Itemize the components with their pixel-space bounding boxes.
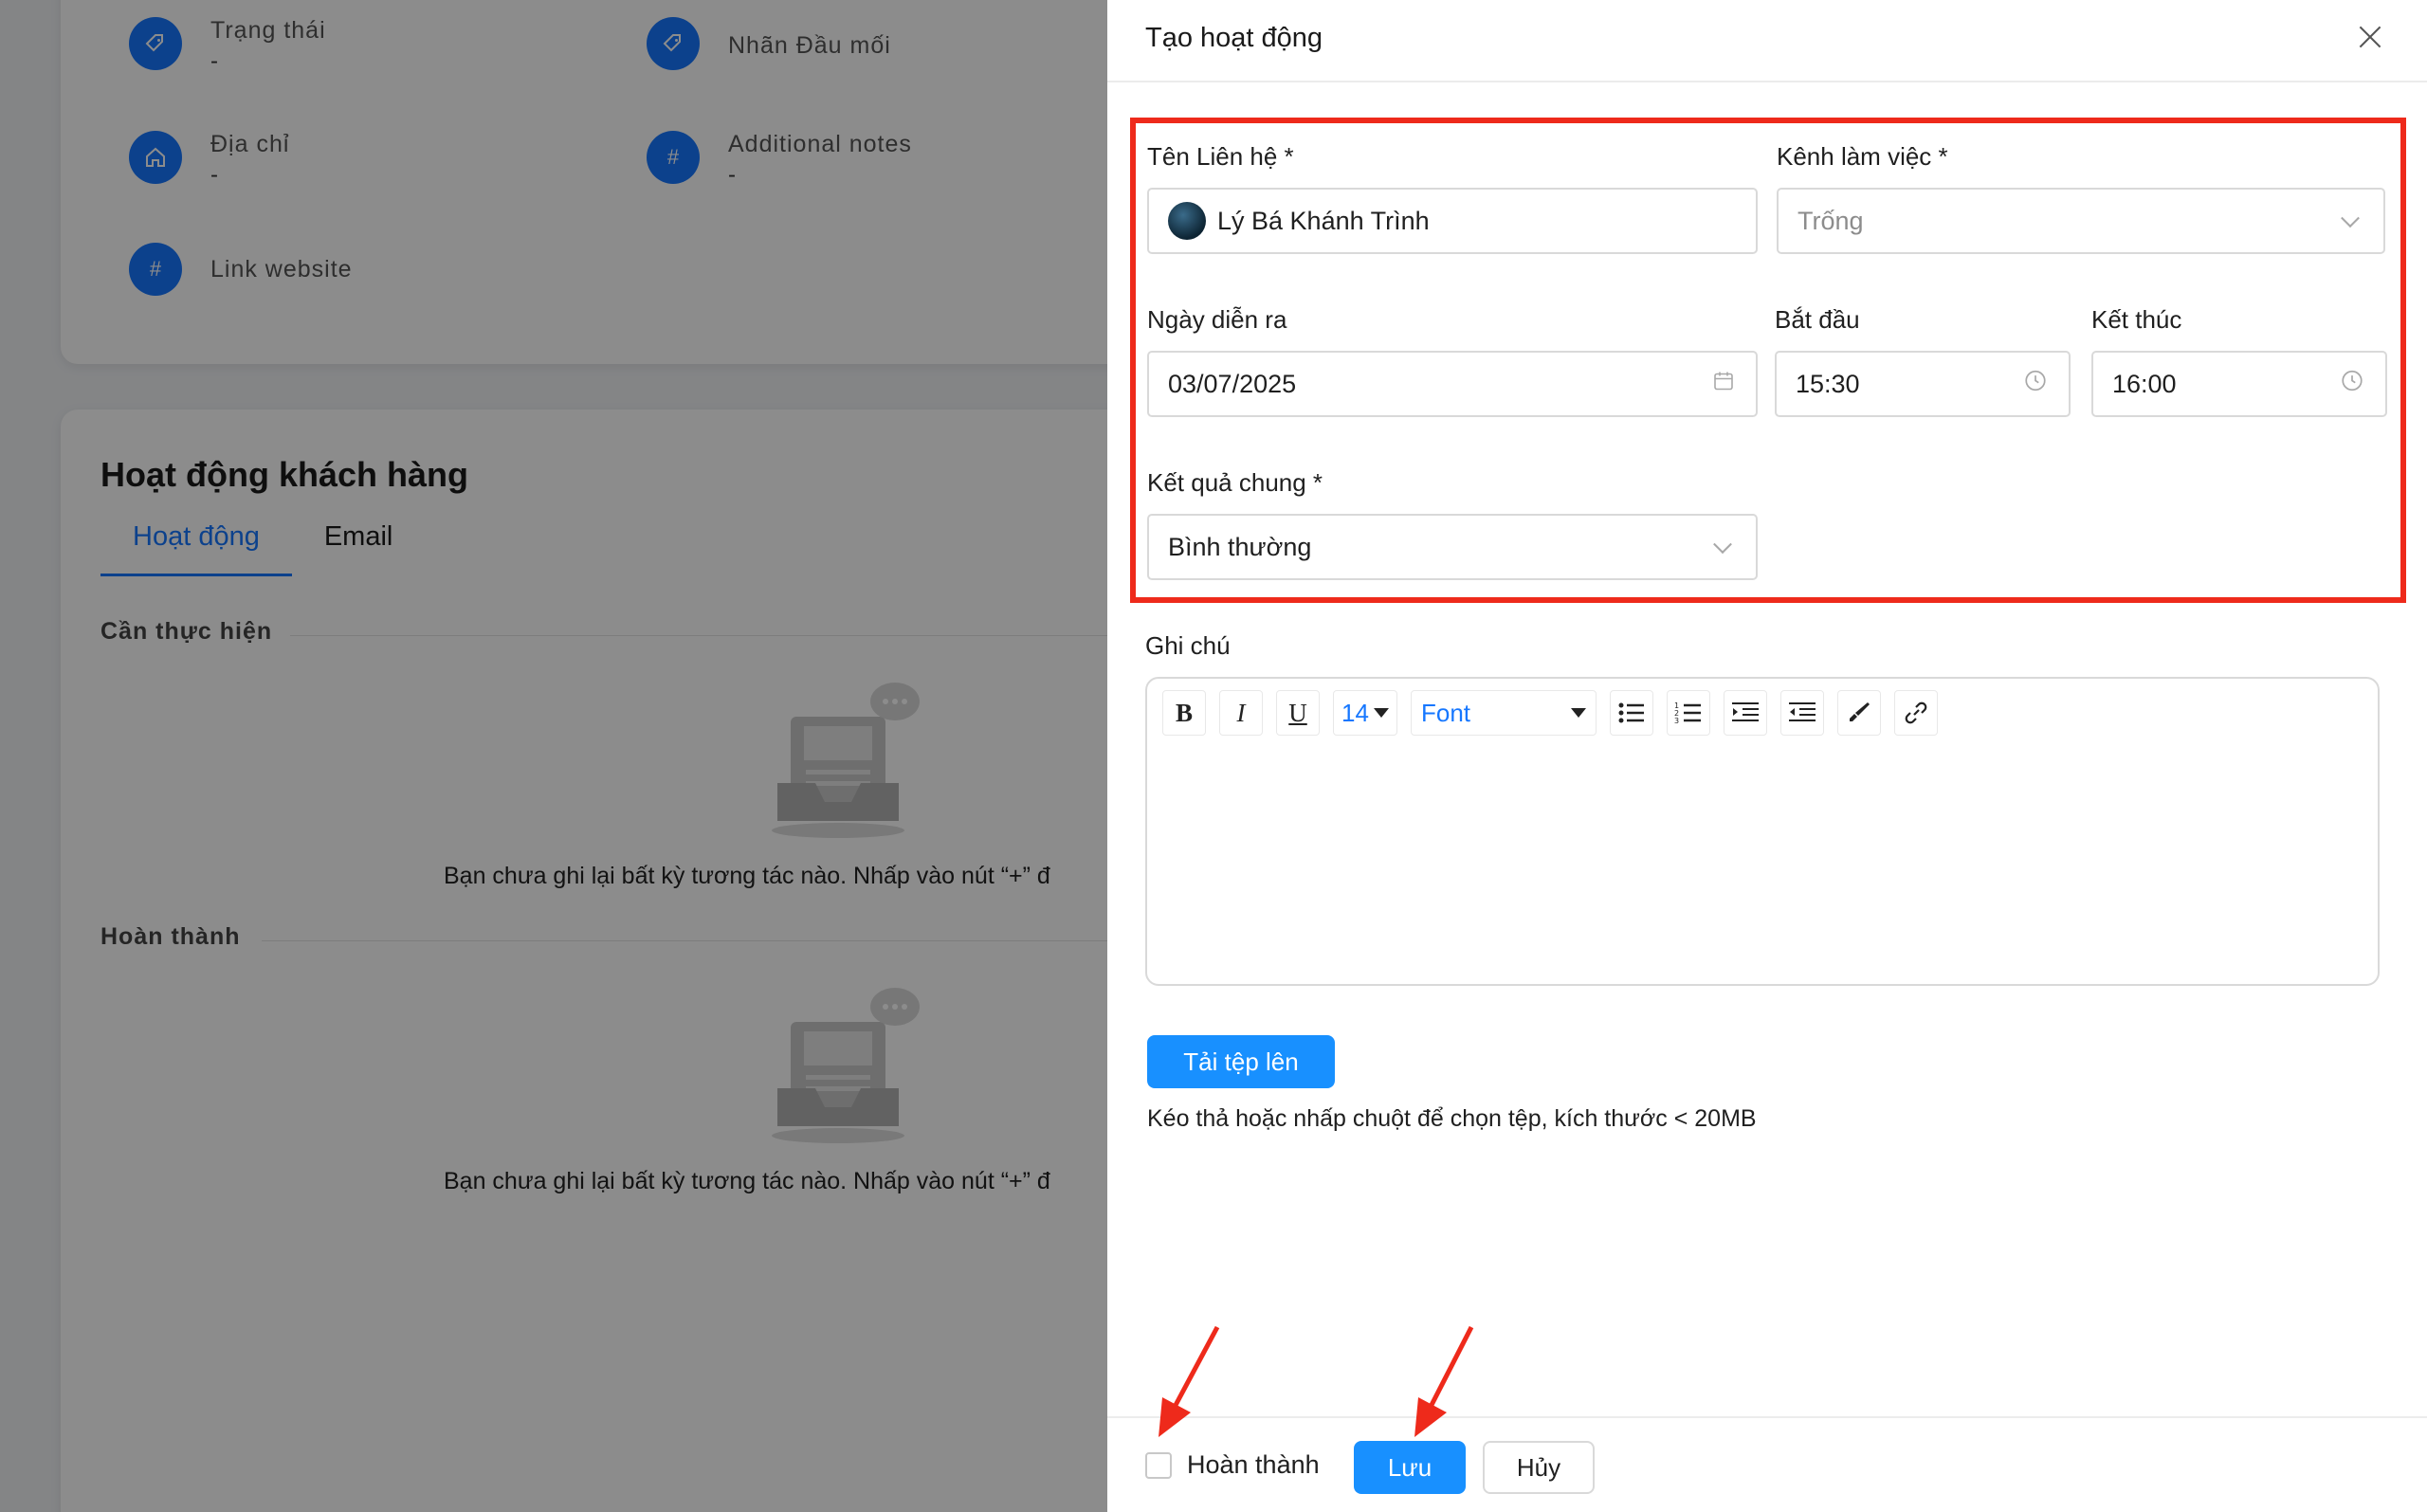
start-value: 15:30 xyxy=(1796,369,1860,398)
editor-toolbar: B I U 14 Font 123 xyxy=(1162,690,1951,736)
bullet-list-icon xyxy=(1618,702,1644,723)
save-button[interactable]: Lưu xyxy=(1354,1441,1466,1494)
caret-down-icon xyxy=(1571,708,1586,718)
svg-text:3: 3 xyxy=(1674,717,1679,725)
avatar xyxy=(1168,202,1206,240)
cancel-button[interactable]: Hủy xyxy=(1483,1441,1595,1494)
italic-button[interactable]: I xyxy=(1219,690,1263,736)
link-icon xyxy=(1905,701,1927,724)
bullet-list-button[interactable] xyxy=(1610,690,1653,736)
channel-select[interactable]: Trống xyxy=(1777,188,2385,254)
date-label: Ngày diễn ra xyxy=(1147,305,1287,334)
drawer-header: Tạo hoạt động xyxy=(1107,0,2427,82)
date-value: 03/07/2025 xyxy=(1168,369,1297,398)
channel-label: Kênh làm việc * xyxy=(1777,142,1948,171)
modal-overlay[interactable] xyxy=(0,0,1107,1512)
close-icon[interactable] xyxy=(2351,19,2389,57)
underline-button[interactable]: U xyxy=(1276,690,1320,736)
clock-icon xyxy=(2340,369,2364,400)
contact-value: Lý Bá Khánh Trình xyxy=(1217,206,1430,235)
end-time-picker[interactable]: 16:00 xyxy=(2091,351,2387,417)
contact-label: Tên Liên hệ * xyxy=(1147,142,1294,171)
drawer-footer: Hoàn thành Lưu Hủy xyxy=(1107,1416,2427,1512)
start-label: Bắt đầu xyxy=(1775,305,1860,334)
result-label: Kết quả chung * xyxy=(1147,468,1323,497)
drawer-title: Tạo hoạt động xyxy=(1145,23,1323,53)
chevron-down-icon xyxy=(2341,209,2360,228)
note-editor[interactable]: B I U 14 Font 123 xyxy=(1145,677,2380,986)
channel-value: Trống xyxy=(1797,206,1864,235)
upload-button[interactable]: Tải tệp lên xyxy=(1147,1035,1335,1088)
result-value: Bình thường xyxy=(1168,532,1312,561)
date-picker[interactable]: 03/07/2025 xyxy=(1147,351,1758,417)
done-checkbox[interactable] xyxy=(1145,1452,1172,1479)
link-button[interactable] xyxy=(1894,690,1938,736)
font-size-value: 14 xyxy=(1341,698,1369,727)
result-select[interactable]: Bình thường xyxy=(1147,514,1758,580)
bold-button[interactable]: B xyxy=(1162,690,1206,736)
highlight-button[interactable] xyxy=(1837,690,1881,736)
brush-icon xyxy=(1850,702,1870,721)
upload-hint: Kéo thả hoặc nhấp chuột để chọn tệp, kíc… xyxy=(1147,1105,1757,1132)
numbered-list-icon: 123 xyxy=(1674,701,1701,725)
font-family-value: Font xyxy=(1421,698,1471,727)
indent-icon xyxy=(1732,702,1759,721)
create-activity-drawer: Tạo hoạt động Tên Liên hệ * Lý Bá Khánh … xyxy=(1107,0,2427,1512)
indent-button[interactable] xyxy=(1724,690,1767,736)
end-label: Kết thúc xyxy=(2091,305,2182,334)
numbered-list-button[interactable]: 123 xyxy=(1667,690,1710,736)
caret-down-icon xyxy=(1374,708,1389,718)
chevron-down-icon xyxy=(1713,535,1732,555)
font-family-select[interactable]: Font xyxy=(1411,690,1597,736)
contact-select[interactable]: Lý Bá Khánh Trình xyxy=(1147,188,1758,254)
outdent-button[interactable] xyxy=(1780,690,1824,736)
end-value: 16:00 xyxy=(2112,369,2177,398)
done-checkbox-label[interactable]: Hoàn thành xyxy=(1187,1450,1320,1480)
font-size-select[interactable]: 14 xyxy=(1333,690,1397,736)
note-label: Ghi chú xyxy=(1145,631,1231,660)
clock-icon xyxy=(2023,369,2048,400)
outdent-icon xyxy=(1789,702,1816,721)
calendar-icon xyxy=(1712,370,1735,399)
start-time-picker[interactable]: 15:30 xyxy=(1775,351,2071,417)
